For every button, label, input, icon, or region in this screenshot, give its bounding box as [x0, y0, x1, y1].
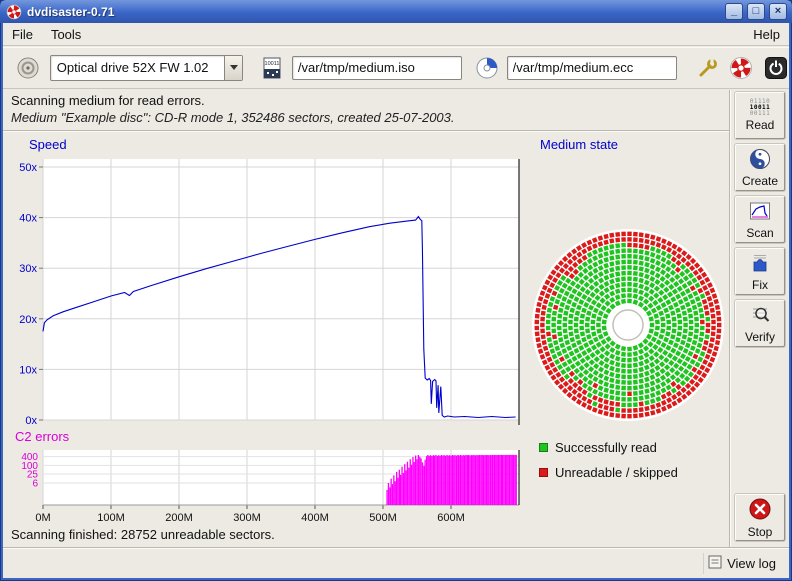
- create-button[interactable]: Create: [735, 144, 785, 191]
- app-logo-icon: [5, 3, 23, 21]
- minimize-icon: _: [731, 6, 737, 17]
- close-button[interactable]: ×: [769, 3, 787, 20]
- legend-unreadable: Unreadable / skipped: [539, 465, 678, 480]
- finished-status-line: Scanning finished: 28752 unreadable sect…: [11, 527, 275, 542]
- image-file-icon: 10011: [259, 54, 286, 82]
- verify-button[interactable]: Verify: [735, 300, 785, 347]
- drive-selector[interactable]: Optical drive 52X FW 1.02: [50, 55, 243, 81]
- scan-button[interactable]: Scan: [735, 196, 785, 243]
- chevron-down-icon: [230, 65, 238, 70]
- legend-unreadable-label: Unreadable / skipped: [555, 465, 678, 480]
- drive-selector-dropdown-button[interactable]: [224, 56, 242, 80]
- read-button-label: Read: [746, 118, 775, 132]
- magnifier-verify-icon: [749, 304, 771, 329]
- green-legend-swatch: [539, 443, 548, 452]
- svg-text:400M: 400M: [301, 512, 329, 524]
- legend-successfully-read: Successfully read: [539, 440, 657, 455]
- maximize-icon: □: [753, 6, 760, 17]
- svg-text:30x: 30x: [19, 263, 37, 275]
- stop-x-icon: [748, 497, 772, 524]
- verify-button-label: Verify: [745, 330, 775, 344]
- svg-text:10x: 10x: [19, 364, 37, 376]
- stop-button-label: Stop: [748, 525, 773, 539]
- svg-text:200M: 200M: [165, 512, 193, 524]
- svg-text:20x: 20x: [19, 314, 37, 326]
- svg-text:300M: 300M: [233, 512, 261, 524]
- fix-button-label: Fix: [752, 278, 768, 292]
- svg-text:10011: 10011: [265, 61, 280, 67]
- menu-help[interactable]: Help: [744, 24, 789, 45]
- read-button[interactable]: 01110 10011 00111 Read: [735, 92, 785, 139]
- svg-text:400: 400: [21, 452, 38, 463]
- ecc-file-icon: [474, 54, 501, 82]
- c2-errors-chart: 0M100M200M300M400M500M600M625100400: [11, 448, 527, 526]
- medium-state-title: Medium state: [540, 137, 618, 152]
- action-sidebar: 01110 10011 00111 Read Create: [731, 92, 789, 547]
- speed-chart-title: Speed: [29, 137, 67, 152]
- fix-button[interactable]: Fix: [735, 248, 785, 295]
- statusbar: View log: [3, 547, 789, 578]
- quit-power-icon[interactable]: [762, 54, 789, 82]
- maximize-button[interactable]: □: [747, 3, 765, 20]
- app-window: dvdisaster-0.71 _ □ × File Tools Help Op…: [0, 0, 792, 581]
- svg-text:100M: 100M: [97, 512, 125, 524]
- svg-text:40x: 40x: [19, 213, 37, 225]
- speed-chart: 0x 10x 20x 30x 40x 50x: [11, 156, 527, 426]
- legend-successfully-read-label: Successfully read: [555, 440, 657, 455]
- scan-button-label: Scan: [746, 226, 773, 240]
- stop-button[interactable]: Stop: [735, 494, 785, 541]
- preferences-wrench-icon[interactable]: [695, 54, 722, 82]
- close-icon: ×: [775, 6, 781, 17]
- svg-text:0x: 0x: [25, 415, 37, 426]
- header-separator: [3, 130, 730, 132]
- medium-state-disc: [528, 225, 728, 425]
- svg-text:0M: 0M: [35, 512, 50, 524]
- c2-errors-title: C2 errors: [15, 429, 69, 444]
- image-file-input[interactable]: [292, 56, 462, 80]
- binary-read-icon: 01110 10011 00111: [750, 99, 771, 117]
- puzzle-fix-icon: [749, 252, 771, 277]
- window-title: dvdisaster-0.71: [27, 5, 721, 19]
- view-log-button[interactable]: View log: [703, 553, 780, 574]
- svg-text:600M: 600M: [437, 512, 465, 524]
- medium-info-line: Medium "Example disc": CD-R mode 1, 3524…: [11, 110, 455, 125]
- yin-yang-icon: [749, 148, 771, 173]
- log-icon: [708, 555, 722, 572]
- ecc-file-input[interactable]: [507, 56, 677, 80]
- red-legend-swatch: [539, 468, 548, 477]
- minimize-button[interactable]: _: [725, 3, 743, 20]
- dvdisaster-logo-icon[interactable]: [727, 54, 754, 82]
- titlebar[interactable]: dvdisaster-0.71 _ □ ×: [0, 0, 792, 23]
- menu-tools[interactable]: Tools: [42, 24, 90, 45]
- client-area: File Tools Help Optical drive 52X FW 1.0…: [3, 23, 789, 578]
- scan-graph-icon: [749, 200, 771, 225]
- toolbar: Optical drive 52X FW 1.02 10011: [3, 47, 789, 89]
- menu-file[interactable]: File: [3, 24, 42, 45]
- scan-status-line: Scanning medium for read errors.: [11, 93, 205, 108]
- svg-text:50x: 50x: [19, 162, 37, 174]
- menubar: File Tools Help: [3, 23, 789, 46]
- svg-text:500M: 500M: [369, 512, 397, 524]
- drive-icon[interactable]: [15, 54, 42, 82]
- drive-selector-value: Optical drive 52X FW 1.02: [51, 56, 224, 80]
- create-button-label: Create: [742, 174, 778, 188]
- view-log-label: View log: [727, 556, 776, 571]
